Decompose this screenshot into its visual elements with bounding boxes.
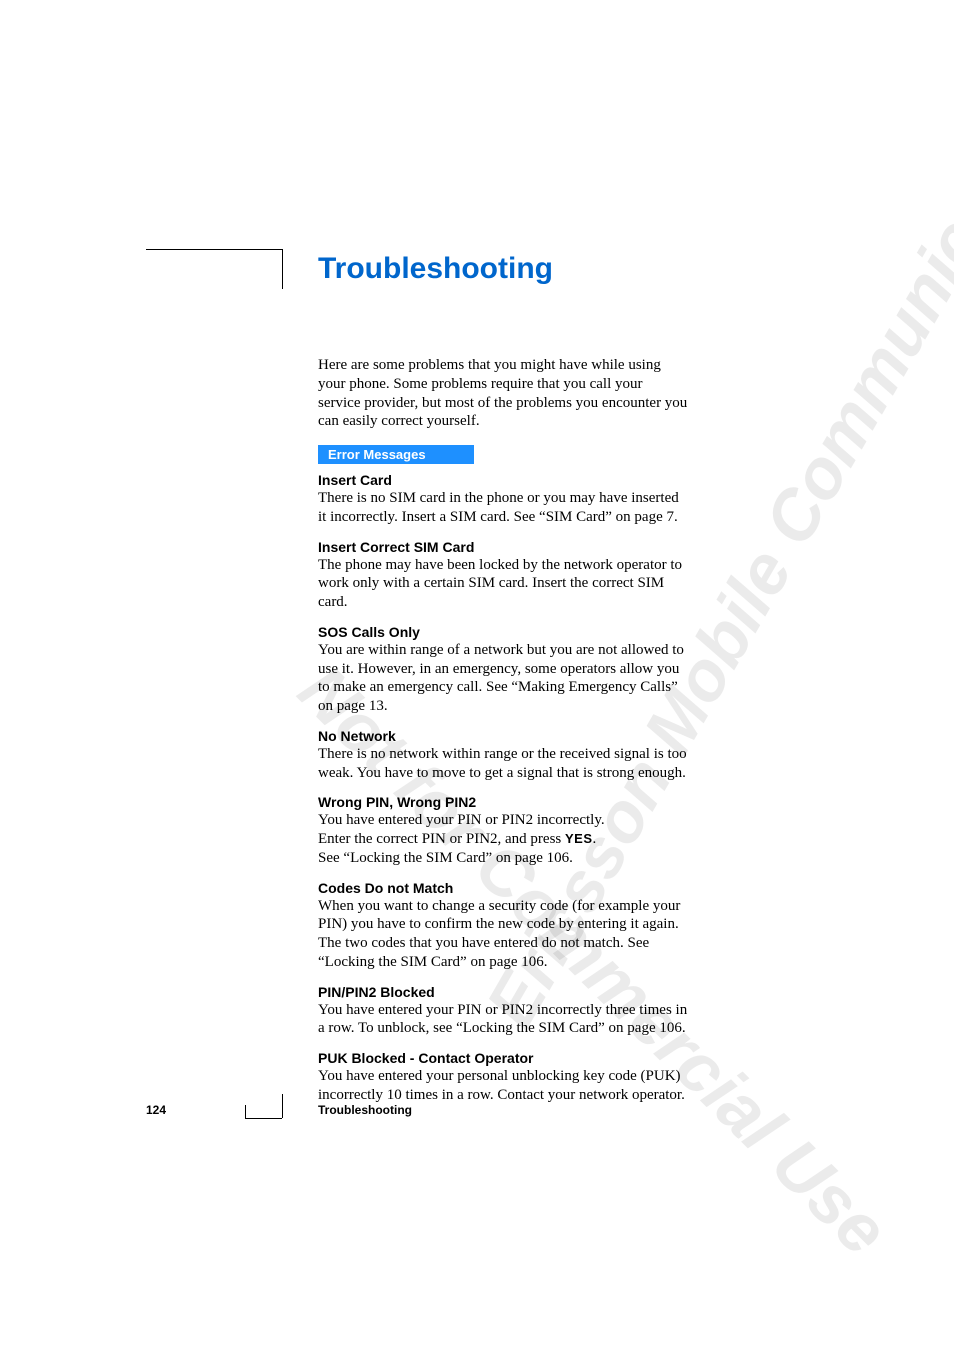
section-bar-error-messages: Error Messages: [318, 445, 474, 464]
subhead-insert-correct-sim: Insert Correct SIM Card: [318, 539, 688, 555]
footer-title: Troubleshooting: [318, 1103, 412, 1117]
page-title: Troubleshooting: [318, 252, 688, 286]
subhead-puk-blocked: PUK Blocked - Contact Operator: [318, 1050, 688, 1066]
footer-rule-horizontal: [245, 1118, 282, 1119]
subhead-sos-calls-only: SOS Calls Only: [318, 624, 688, 640]
subhead-pin-blocked: PIN/PIN2 Blocked: [318, 984, 688, 1000]
intro-paragraph: Here are some problems that you might ha…: [318, 356, 688, 431]
page: Not for Commercial Use Ericsson Mobile C…: [0, 0, 954, 1351]
body-insert-card: There is no SIM card in the phone or you…: [318, 489, 688, 527]
body-puk-blocked: You have entered your personal unblockin…: [318, 1067, 688, 1105]
body-pin-blocked: You have entered your PIN or PIN2 incorr…: [318, 1001, 688, 1039]
header-rule-vertical: [282, 249, 283, 289]
subhead-codes-no-match: Codes Do not Match: [318, 880, 688, 896]
subhead-wrong-pin: Wrong PIN, Wrong PIN2: [318, 794, 688, 810]
body-wrong-pin-pre: You have entered your PIN or PIN2 incorr…: [318, 812, 605, 847]
body-sos-calls-only: You are within range of a network but yo…: [318, 641, 688, 716]
body-insert-correct-sim: The phone may have been locked by the ne…: [318, 556, 688, 612]
page-number: 124: [146, 1103, 166, 1117]
subhead-insert-card: Insert Card: [318, 472, 688, 488]
main-content: Troubleshooting Here are some problems t…: [318, 252, 688, 1105]
footer-rule-inner: [282, 1094, 283, 1118]
subhead-no-network: No Network: [318, 728, 688, 744]
yes-key-label: YES: [565, 831, 593, 846]
footer-rule-outer: [245, 1105, 246, 1118]
body-no-network: There is no network within range or the …: [318, 745, 688, 783]
header-rule-horizontal: [146, 249, 282, 250]
body-codes-no-match: When you want to change a security code …: [318, 897, 688, 972]
body-wrong-pin: You have entered your PIN or PIN2 incorr…: [318, 811, 688, 867]
